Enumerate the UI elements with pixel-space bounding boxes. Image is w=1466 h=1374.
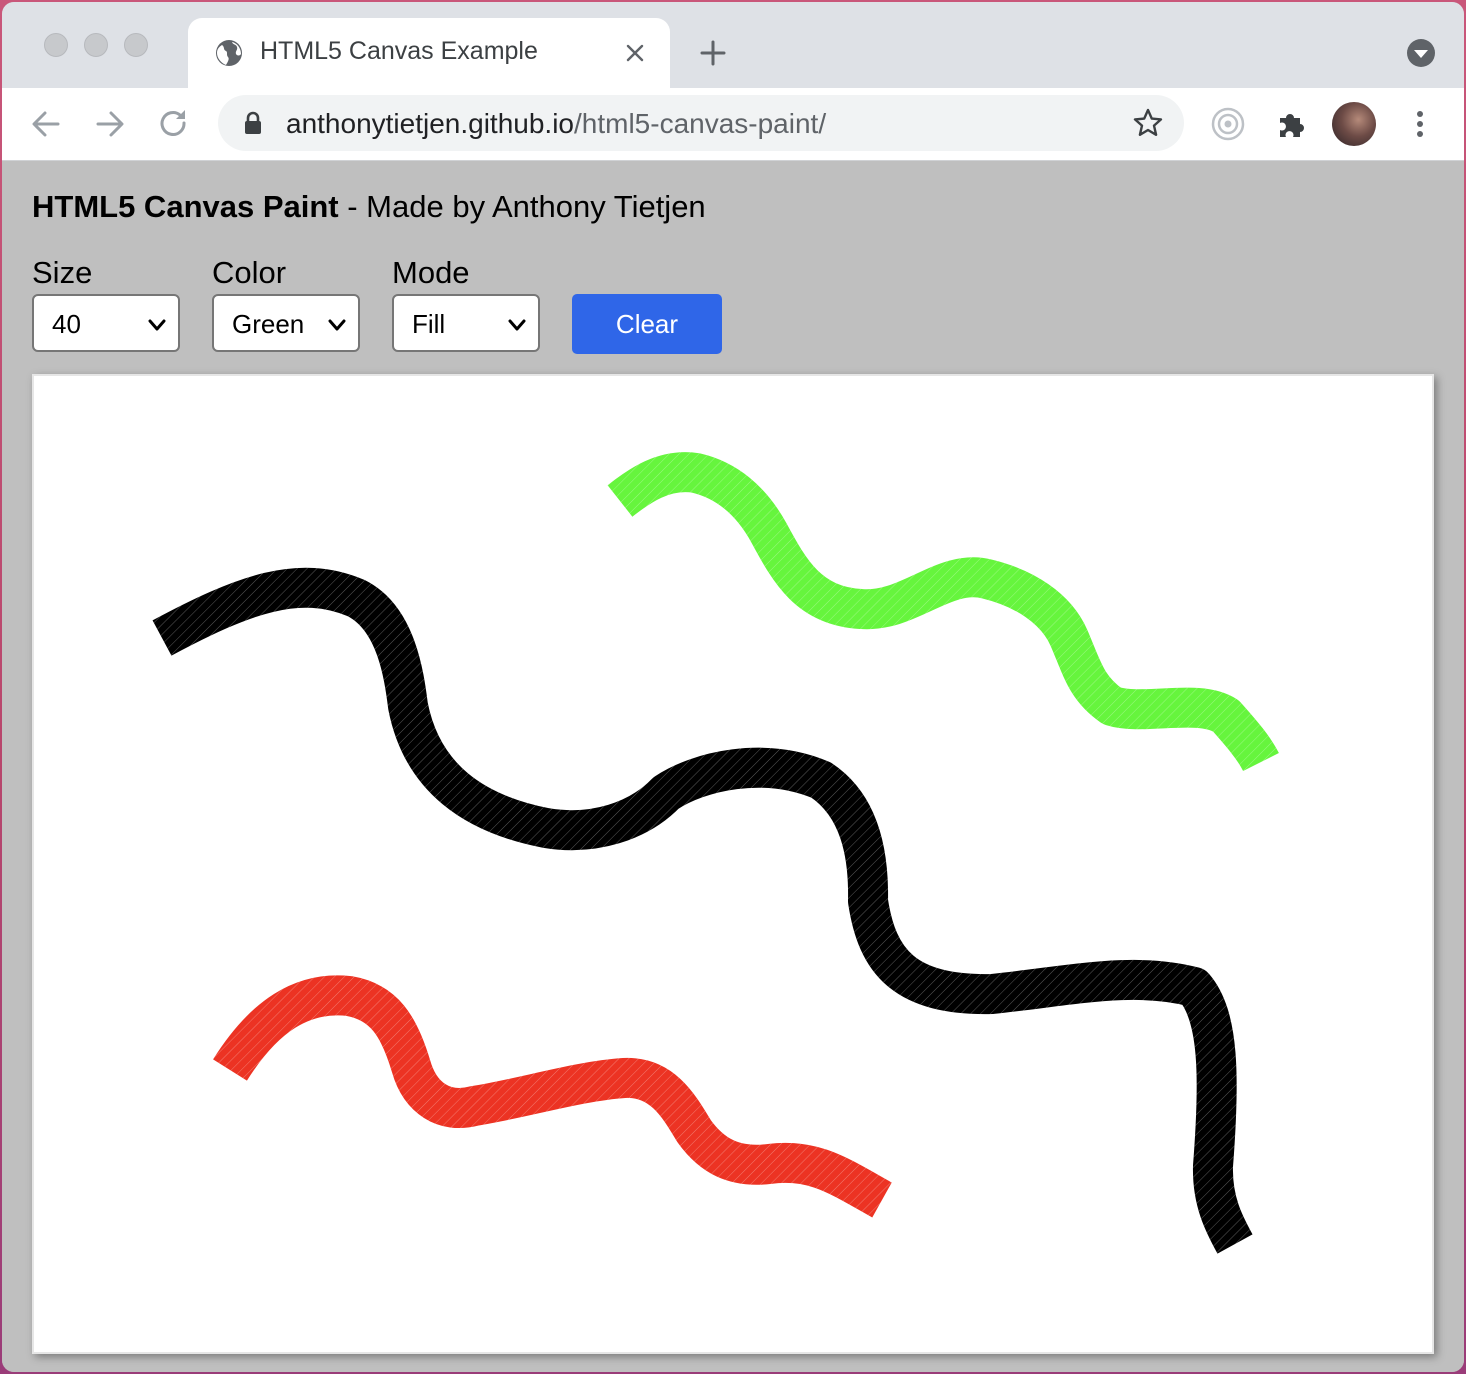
- browser-tab[interactable]: HTML5 Canvas Example: [188, 18, 670, 88]
- tab-title: HTML5 Canvas Example: [260, 37, 538, 65]
- color-label: Color: [212, 255, 287, 290]
- tab-strip: HTML5 Canvas Example: [2, 2, 1464, 88]
- chevron-down-icon: [508, 319, 526, 331]
- page-title: HTML5 Canvas Paint - Made by Anthony Tie…: [32, 189, 706, 225]
- forward-arrow-icon[interactable]: [92, 106, 128, 142]
- globe-icon: [216, 40, 242, 66]
- back-arrow-icon[interactable]: [28, 106, 64, 142]
- mode-select-value: Fill: [412, 309, 446, 339]
- url-host: anthonytietjen.github.io: [286, 108, 574, 139]
- red-stroke: [213, 975, 892, 1218]
- new-tab-plus-icon[interactable]: [698, 38, 728, 68]
- bookmark-star-icon[interactable]: [1132, 107, 1164, 139]
- page-title-credit: - Made by Anthony Tietjen: [338, 189, 706, 224]
- profile-avatar[interactable]: [1332, 102, 1376, 146]
- size-select[interactable]: 40: [32, 294, 180, 352]
- close-window-button[interactable]: [44, 33, 68, 57]
- extension-target-icon[interactable]: [1210, 106, 1246, 142]
- clear-button[interactable]: Clear: [572, 294, 722, 354]
- zoom-window-button[interactable]: [124, 33, 148, 57]
- paint-canvas[interactable]: [32, 374, 1434, 1354]
- close-icon[interactable]: [624, 42, 646, 64]
- url-text: anthonytietjen.github.io/html5-canvas-pa…: [286, 108, 826, 140]
- canvas-drawing[interactable]: [34, 376, 1432, 1352]
- browser-toolbar: anthonytietjen.github.io/html5-canvas-pa…: [2, 88, 1464, 161]
- browser-window: HTML5 Canvas Example anthonytietjen.gith…: [2, 2, 1464, 1372]
- url-path: /html5-canvas-paint/: [574, 108, 827, 139]
- page-content: HTML5 Canvas Paint - Made by Anthony Tie…: [2, 161, 1464, 1372]
- chevron-down-icon: [148, 319, 166, 331]
- color-select-value: Green: [232, 309, 305, 339]
- reload-icon[interactable]: [156, 106, 192, 142]
- lock-icon[interactable]: [242, 111, 264, 135]
- minimize-window-button[interactable]: [84, 33, 108, 57]
- page-title-bold: HTML5 Canvas Paint: [32, 189, 339, 224]
- color-select[interactable]: Green: [212, 294, 360, 352]
- size-label: Size: [32, 255, 93, 290]
- mode-select[interactable]: Fill: [392, 294, 540, 352]
- address-bar[interactable]: anthonytietjen.github.io/html5-canvas-pa…: [218, 95, 1184, 151]
- chevron-down-icon: [328, 319, 346, 331]
- extensions-puzzle-icon[interactable]: [1274, 106, 1310, 142]
- tab-search-icon[interactable]: [1406, 38, 1436, 68]
- green-stroke: [607, 452, 1279, 772]
- more-menu-icon[interactable]: [1402, 106, 1438, 142]
- mode-label: Mode: [392, 255, 470, 290]
- size-select-value: 40: [52, 309, 81, 339]
